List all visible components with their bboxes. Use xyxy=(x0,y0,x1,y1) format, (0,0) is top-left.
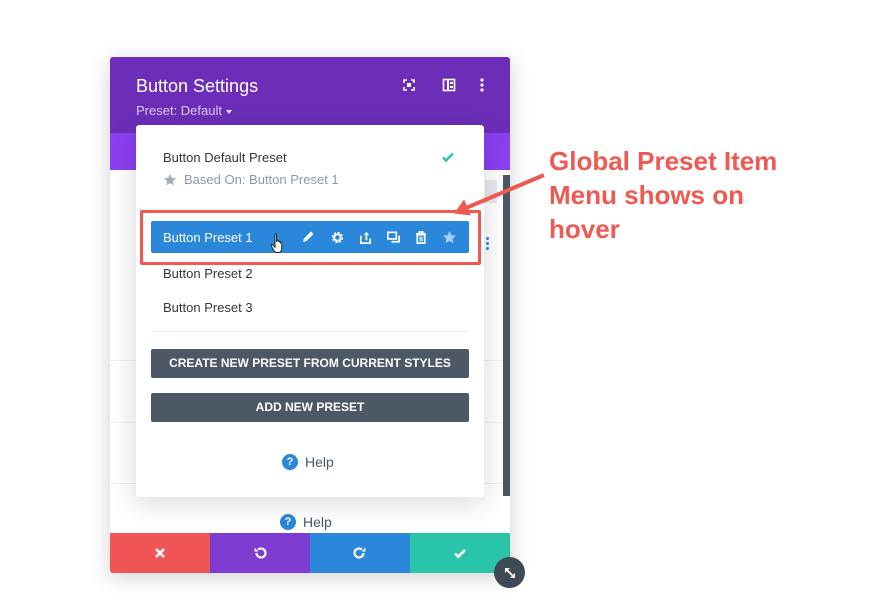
modal-help-label: Help xyxy=(303,514,332,530)
preset-item-2[interactable]: Button Preset 2 xyxy=(163,266,253,281)
preset-selector-label: Preset: Default xyxy=(136,103,222,118)
create-preset-from-styles-button[interactable]: CREATE NEW PRESET FROM CURRENT STYLES xyxy=(151,349,469,378)
modal-footer xyxy=(110,533,510,573)
dropdown-help-link[interactable]: ? Help xyxy=(282,454,334,470)
save-check-icon xyxy=(454,549,466,559)
modal-header: Button Settings Preset: Default xyxy=(110,57,510,133)
highlight-box xyxy=(140,210,481,265)
annotation-callout: Global Preset Item Menu shows on hover xyxy=(549,144,849,246)
divider xyxy=(151,331,469,332)
scrollbar[interactable] xyxy=(503,175,510,496)
star-icon xyxy=(164,173,176,185)
help-icon: ? xyxy=(282,454,298,470)
cancel-button[interactable] xyxy=(110,533,210,573)
default-preset-name[interactable]: Button Default Preset xyxy=(163,150,287,165)
based-on-info: Based On: Button Preset 1 xyxy=(163,172,339,187)
add-new-preset-button[interactable]: ADD NEW PRESET xyxy=(151,393,469,422)
preset-item-3[interactable]: Button Preset 3 xyxy=(163,300,253,315)
callout-line-1: Global Preset Item xyxy=(549,146,778,176)
undo-button[interactable] xyxy=(210,533,310,573)
fullscreen-icon[interactable] xyxy=(401,77,417,93)
redo-button[interactable] xyxy=(310,533,410,573)
redo-icon xyxy=(353,547,366,559)
help-icon: ? xyxy=(280,514,296,530)
module-options-icon[interactable] xyxy=(486,237,490,252)
columns-icon[interactable] xyxy=(441,77,457,93)
cancel-icon xyxy=(155,548,165,558)
resize-icon xyxy=(504,567,515,578)
modal-help-link[interactable]: ? Help xyxy=(280,514,332,530)
callout-line-2: Menu shows on xyxy=(549,180,744,210)
callout-line-3: hover xyxy=(549,214,620,244)
check-icon xyxy=(442,152,454,163)
modal-title: Button Settings xyxy=(136,76,259,96)
based-on-label: Based On: Button Preset 1 xyxy=(184,172,339,187)
dropdown-help-label: Help xyxy=(305,454,334,470)
undo-icon xyxy=(254,547,267,559)
more-vertical-icon[interactable] xyxy=(474,77,490,93)
caret-down-icon xyxy=(226,109,232,114)
annotation-arrow xyxy=(454,173,545,216)
preset-dropdown: Button Default Preset Based On: Button P… xyxy=(136,125,484,497)
preset-selector[interactable]: Preset: Default xyxy=(136,103,232,118)
resize-handle[interactable] xyxy=(494,557,525,588)
